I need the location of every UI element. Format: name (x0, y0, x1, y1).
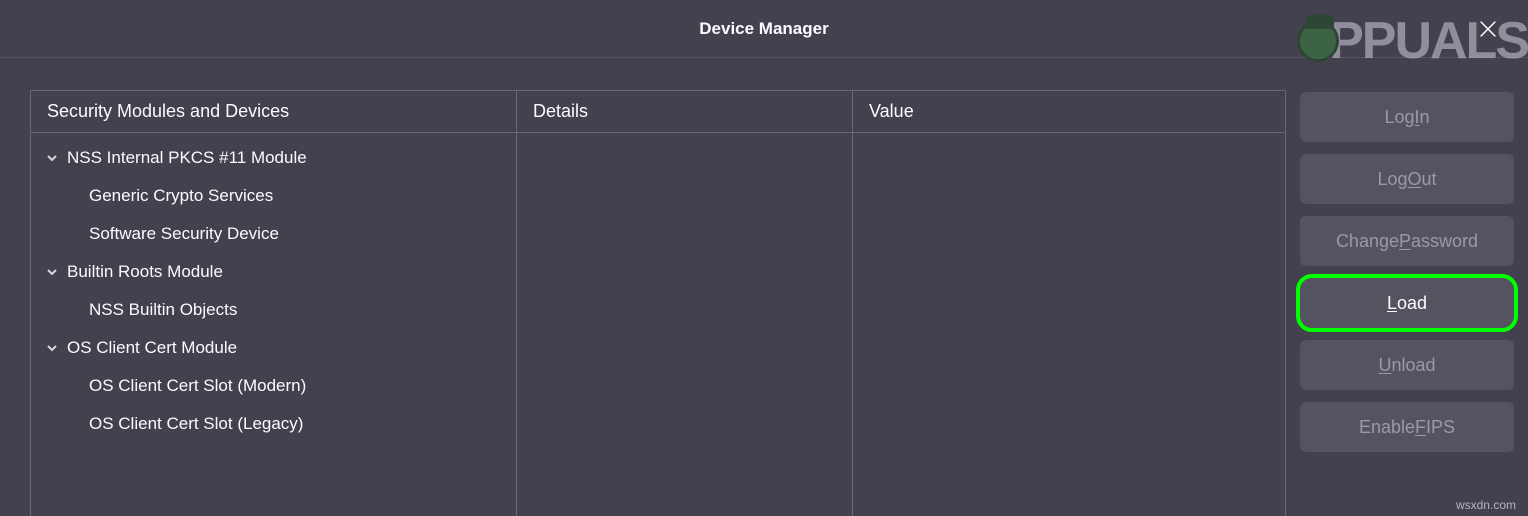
tree-device[interactable]: OS Client Cert Slot (Modern) (31, 367, 516, 405)
window-title: Device Manager (699, 19, 828, 39)
tree-module[interactable]: NSS Internal PKCS #11 Module (31, 139, 516, 177)
tree-device-label: NSS Builtin Objects (89, 300, 237, 319)
tree-device[interactable]: Generic Crypto Services (31, 177, 516, 215)
tree-module[interactable]: Builtin Roots Module (31, 253, 516, 291)
tree-module-label: NSS Internal PKCS #11 Module (67, 148, 307, 168)
enable-fips-button: Enable FIPS (1300, 402, 1514, 452)
value-column-header[interactable]: Value (853, 91, 1285, 133)
watermark-logo: PPUALS (1297, 0, 1528, 82)
tree-module[interactable]: OS Client Cert Module (31, 329, 516, 367)
content-area: Security Modules and Devices NSS Interna… (30, 90, 1514, 516)
data-panels: Security Modules and Devices NSS Interna… (30, 90, 1286, 516)
action-buttons: Log In Log Out Change Password Load Unlo… (1300, 90, 1514, 516)
modules-tree: NSS Internal PKCS #11 Module Generic Cry… (31, 133, 516, 449)
login-button: Log In (1300, 92, 1514, 142)
modules-column: Security Modules and Devices NSS Interna… (31, 91, 517, 516)
load-button[interactable]: Load (1300, 278, 1514, 328)
tree-device[interactable]: OS Client Cert Slot (Legacy) (31, 405, 516, 443)
tree-device[interactable]: NSS Builtin Objects (31, 291, 516, 329)
logout-button: Log Out (1300, 154, 1514, 204)
tree-device-label: OS Client Cert Slot (Legacy) (89, 414, 303, 433)
tree-module-label: Builtin Roots Module (67, 262, 223, 282)
modules-column-header[interactable]: Security Modules and Devices (31, 91, 516, 133)
details-column-header[interactable]: Details (517, 91, 852, 133)
tree-device-label: Generic Crypto Services (89, 186, 273, 205)
close-button[interactable] (1476, 17, 1500, 41)
chevron-down-icon (45, 151, 59, 165)
title-bar: Device Manager PPUALS (0, 0, 1528, 58)
value-column: Value (853, 91, 1285, 516)
tree-device-label: OS Client Cert Slot (Modern) (89, 376, 306, 395)
chevron-down-icon (45, 265, 59, 279)
change-password-button: Change Password (1300, 216, 1514, 266)
source-credit: wsxdn.com (1456, 498, 1516, 512)
tree-device[interactable]: Software Security Device (31, 215, 516, 253)
value-body (853, 133, 1285, 145)
tree-module-label: OS Client Cert Module (67, 338, 237, 358)
chevron-down-icon (45, 341, 59, 355)
details-body (517, 133, 852, 145)
tree-device-label: Software Security Device (89, 224, 279, 243)
unload-button: Unload (1300, 340, 1514, 390)
close-icon (1477, 18, 1499, 40)
details-column: Details (517, 91, 853, 516)
